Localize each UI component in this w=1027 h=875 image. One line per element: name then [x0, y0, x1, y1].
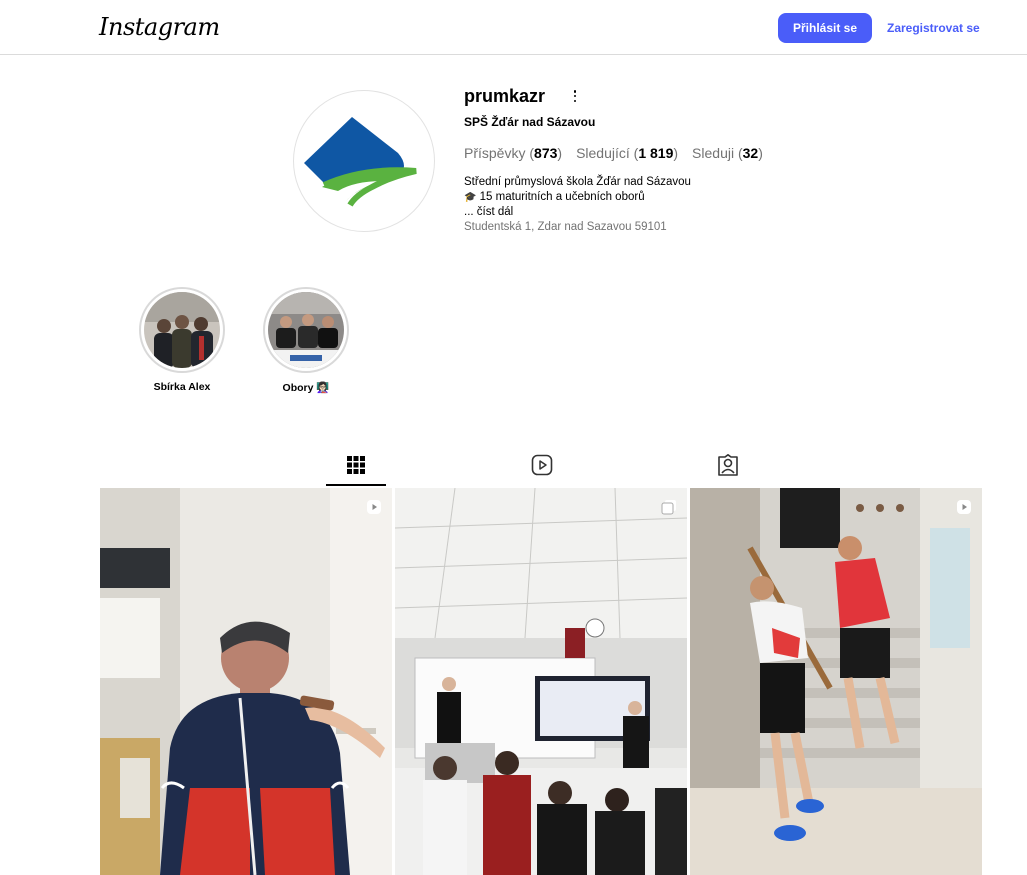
top-navigation-bar: Instagram Přihlásit se Zaregistrovat se — [0, 0, 1027, 55]
posts-stat-label: Příspěvky — [464, 145, 526, 161]
followers-stat-label: Sledující — [576, 145, 630, 161]
followers-stat[interactable]: Sledující (1 819) — [576, 145, 678, 161]
bio-line-fields: 🎓 15 maturitních a učebních oborů — [464, 190, 691, 205]
profile-username: prumkazr — [464, 86, 546, 106]
graduation-cap-icon: 🎓 — [464, 192, 477, 203]
highlight-thumbnail — [144, 292, 220, 368]
highlight-ring — [139, 287, 225, 373]
tagged-icon[interactable] — [716, 453, 740, 477]
read-more-text: ... číst dál — [464, 206, 514, 218]
carousel-badge-icon — [661, 499, 677, 515]
post-tile[interactable] — [100, 488, 392, 875]
reel-badge-icon — [366, 499, 382, 515]
active-tab-indicator — [326, 484, 386, 486]
profile-stats: Příspěvky (873) Sledující (1 819) Sleduj… — [464, 145, 763, 161]
reel-badge-icon — [956, 499, 972, 515]
instagram-logo[interactable]: Instagram — [99, 13, 220, 41]
highlight-obory[interactable]: Obory 👩🏻‍🏫 — [261, 287, 351, 394]
bio-fields-text: 15 maturitních a učebních oborů — [479, 191, 645, 203]
post-image — [100, 488, 392, 875]
post-image — [395, 488, 687, 875]
login-button[interactable]: Přihlásit se — [778, 13, 872, 43]
post-tile[interactable] — [690, 488, 982, 875]
bio-line-school: Střední průmyslová škola Žďár nad Sázavo… — [464, 176, 691, 188]
profile-avatar[interactable] — [293, 90, 435, 232]
following-stat-label: Sleduji — [692, 145, 735, 161]
following-count: 32 — [742, 145, 759, 161]
highlight-thumbnail — [268, 292, 344, 368]
read-more-link[interactable]: ... číst dál — [464, 205, 691, 220]
profile-bio: Střední průmyslová škola Žďár nad Sázavo… — [464, 175, 691, 235]
more-options-icon[interactable] — [571, 88, 579, 104]
reels-icon[interactable] — [530, 453, 554, 477]
bio-address: Studentská 1, Zdar nad Sazavou 59101 — [464, 221, 667, 233]
post-image — [690, 488, 982, 875]
grid-icon[interactable] — [344, 453, 368, 477]
posts-stat[interactable]: Příspěvky (873) — [464, 145, 562, 161]
signup-link[interactable]: Zaregistrovat se — [887, 13, 980, 43]
highlight-ring — [263, 287, 349, 373]
posts-count: 873 — [534, 145, 558, 161]
following-stat[interactable]: Sleduji (32) — [692, 145, 763, 161]
followers-count: 1 819 — [638, 145, 674, 161]
highlight-label: Sbírka Alex — [153, 381, 211, 393]
highlight-sbirka-alex[interactable]: Sbírka Alex — [137, 287, 227, 393]
highlight-label: Obory 👩🏻‍🏫 — [282, 382, 330, 394]
school-logo-icon — [304, 117, 417, 207]
profile-full-name: SPŠ Žďár nad Sázavou — [464, 115, 596, 129]
post-tile[interactable] — [395, 488, 687, 875]
